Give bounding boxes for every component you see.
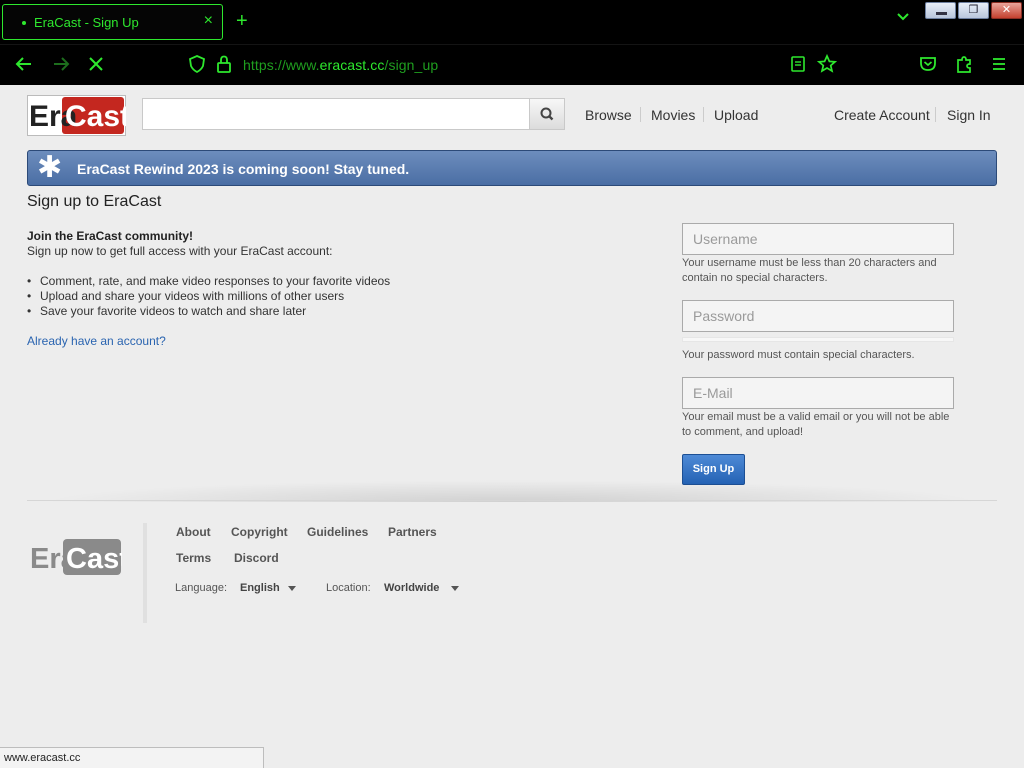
email-input[interactable] [683, 378, 953, 408]
nav-separator [935, 107, 936, 122]
padlock-icon[interactable] [216, 54, 232, 74]
browser-nav-bar: https://www.eracast.cc/sign_up [0, 44, 1024, 85]
tab-loading-indicator [22, 21, 26, 25]
banner-text: EraCast Rewind 2023 is coming soon! Stay… [77, 161, 410, 177]
bookmark-star-icon[interactable] [817, 54, 837, 74]
list-item-text: Save your favorite videos to watch and s… [40, 304, 307, 318]
list-item-text: Comment, rate, and make video responses … [40, 274, 391, 288]
list-item: • Save your favorite videos to watch and … [27, 304, 390, 319]
tab-close-icon[interactable]: × [204, 12, 213, 30]
language-select[interactable]: English [240, 582, 280, 594]
email-field[interactable] [682, 377, 954, 409]
tracking-shield-icon[interactable] [188, 54, 206, 74]
page-content: Era Cast Browse Movies Upload Create Acc… [0, 85, 1024, 768]
extensions-puzzle-icon[interactable] [955, 54, 973, 74]
search-input[interactable] [143, 99, 529, 129]
browser-tab-active[interactable]: EraCast - Sign Up × [2, 4, 223, 40]
footer-link-about[interactable]: About [176, 525, 211, 539]
footer-link-guidelines[interactable]: Guidelines [307, 525, 368, 539]
benefits-list: • Comment, rate, and make video responses… [27, 274, 390, 319]
announcement-banner: ✱ EraCast Rewind 2023 is coming soon! St… [27, 150, 997, 186]
username-field[interactable] [682, 223, 954, 255]
bullet: • [27, 289, 32, 303]
footer-eracast-logo[interactable]: Era Cast [30, 538, 122, 576]
create-account-link[interactable]: Create Account [834, 107, 930, 123]
footer-link-partners[interactable]: Partners [388, 525, 437, 539]
restore-icon: ❐ [968, 4, 979, 16]
language-caret-down-icon[interactable] [288, 586, 296, 591]
join-heading: Join the EraCast community! [27, 229, 194, 243]
url-domain: eracast.cc [319, 57, 385, 73]
password-hint: Your password must contain special chara… [682, 349, 915, 361]
password-input[interactable] [683, 301, 953, 331]
tab-title: EraCast - Sign Up [34, 15, 139, 30]
location-label: Location: [326, 582, 371, 594]
window-close-button[interactable]: ✕ [991, 2, 1022, 19]
password-field[interactable] [682, 300, 954, 332]
window-minimize-button[interactable] [925, 2, 956, 19]
tab-list-chevron-down-icon[interactable] [896, 12, 910, 22]
back-arrow-icon[interactable] [14, 54, 34, 74]
email-hint: Your email must be a valid email or you … [682, 411, 950, 438]
window-restore-button[interactable]: ❐ [958, 2, 989, 19]
nav-movies[interactable]: Movies [651, 107, 695, 123]
username-input[interactable] [683, 224, 953, 254]
forward-arrow-icon[interactable] [51, 54, 71, 74]
footer-link-discord[interactable]: Discord [234, 551, 279, 565]
sign-in-link[interactable]: Sign In [947, 107, 991, 123]
list-item: • Comment, rate, and make video responses… [27, 274, 390, 289]
intro-text: Sign up now to get full access with your… [27, 244, 333, 258]
nav-separator [703, 107, 704, 122]
eracast-logo[interactable]: Era Cast [27, 95, 126, 136]
close-icon: ✕ [1001, 4, 1012, 16]
password-strength-meter [682, 337, 954, 342]
already-have-account-link[interactable]: Already have an account? [27, 334, 166, 348]
reader-view-icon[interactable] [790, 54, 806, 74]
url-path: /sign_up [384, 57, 439, 73]
address-bar-url[interactable]: https://www.eracast.cc/sign_up [243, 57, 438, 73]
asterisk-star-icon: ✱ [37, 151, 63, 184]
footer-logo-text-cast: Cast [66, 543, 122, 575]
nav-upload[interactable]: Upload [714, 107, 758, 123]
username-hint: Your username must be less than 20 chara… [682, 257, 937, 284]
magnifier-icon [540, 107, 554, 121]
search-field[interactable] [142, 98, 530, 130]
language-label: Language: [175, 582, 227, 594]
pocket-icon[interactable] [919, 54, 937, 74]
stop-loading-icon[interactable] [86, 54, 106, 74]
section-shadow [40, 480, 984, 502]
footer-link-terms[interactable]: Terms [176, 551, 211, 565]
nav-browse[interactable]: Browse [585, 107, 632, 123]
bullet: • [27, 304, 32, 318]
url-prefix: https://www. [243, 57, 320, 73]
list-item-text: Upload and share your videos with millio… [40, 289, 345, 303]
status-bar-url: www.eracast.cc [0, 747, 264, 768]
footer-link-copyright[interactable]: Copyright [231, 525, 288, 539]
new-tab-button[interactable]: + [236, 11, 248, 31]
app-menu-hamburger-icon[interactable] [991, 54, 1007, 74]
location-select[interactable]: Worldwide [384, 582, 439, 594]
list-item: • Upload and share your videos with milli… [27, 289, 390, 304]
search-button[interactable] [529, 98, 565, 130]
nav-separator [640, 107, 641, 122]
browser-tab-bar: EraCast - Sign Up × + ❐ ✕ [0, 0, 1024, 44]
bullet: • [27, 274, 32, 288]
footer-vertical-divider [143, 523, 147, 623]
logo-text-cast: Cast [65, 100, 126, 133]
page-title: Sign up to EraCast [27, 193, 162, 210]
location-caret-down-icon[interactable] [451, 586, 459, 591]
footer-divider [27, 500, 997, 501]
